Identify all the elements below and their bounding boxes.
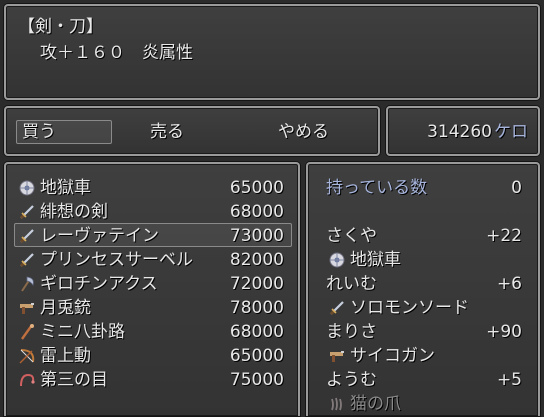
shop-item-row[interactable]: レーヴァテイン 73000 (6, 225, 298, 247)
shop-item-name: 第三の目 (40, 370, 108, 390)
shop-item-price: 72000 (229, 274, 284, 294)
equipped-item-name: 猫の爪 (350, 394, 401, 414)
shop-item-row[interactable]: プリンセスサーベル 82000 (6, 249, 298, 271)
shop-item-row[interactable]: 緋想の剣 68000 (6, 201, 298, 223)
shop-item-price: 65000 (229, 178, 284, 198)
owned-count-value: 0 (511, 178, 522, 198)
command-window: 買う 売る やめる (4, 106, 380, 156)
shop-item-name: 地獄車 (40, 178, 91, 198)
shop-item-list: 地獄車 65000 緋想の剣 68000 レーヴァテイン 73000 プリンセスサーベル 82… (4, 162, 300, 416)
party-member-name: れいむ (326, 274, 377, 294)
gun-icon (328, 347, 346, 365)
axe-icon (18, 275, 36, 293)
whip-icon (18, 371, 36, 389)
shop-item-price: 78000 (229, 298, 284, 318)
gun-icon (18, 299, 36, 317)
staff-icon (18, 323, 36, 341)
owned-count-label: 持っている数 (326, 178, 428, 198)
shop-item-row[interactable]: 月兎銃 78000 (6, 297, 298, 319)
claw-icon (328, 395, 346, 413)
attack-change-value: +22 (486, 226, 522, 246)
shop-item-price: 68000 (229, 322, 284, 342)
shop-item-name: プリンセスサーベル (40, 250, 193, 270)
equipped-item-name: ソロモンソード (350, 298, 469, 318)
equipped-item-name: 地獄車 (350, 250, 401, 270)
shop-item-name: レーヴァテイン (40, 226, 159, 246)
party-status-window: 持っている数 0 さくや +22 地獄車れいむ +6 ソロモンソードまりさ +90 サイコガ… (306, 162, 540, 416)
attack-change-value: +6 (496, 274, 522, 294)
shop-item-price: 68000 (229, 202, 284, 222)
sword-icon (18, 203, 36, 221)
bow-icon (18, 347, 36, 365)
description-window: 【剣・刀】 攻＋１６０ 炎属性 (4, 4, 540, 100)
sword-icon (328, 299, 346, 317)
shop-item-row[interactable]: 雷上動 65000 (6, 345, 298, 367)
buy-command[interactable]: 買う (22, 121, 56, 143)
shop-item-name: 月兎銃 (40, 298, 91, 318)
shop-item-price: 82000 (229, 250, 284, 270)
shop-item-row[interactable]: 地獄車 65000 (6, 177, 298, 199)
shop-item-price: 65000 (229, 346, 284, 366)
sell-command[interactable]: 売る (150, 121, 184, 143)
item-category: 【剣・刀】 (18, 17, 103, 37)
attack-change-value: +5 (496, 370, 522, 390)
party-member-name: ようむ (326, 370, 377, 390)
equipped-item-name: サイコガン (350, 346, 435, 366)
shop-item-row[interactable]: ギロチンアクス 72000 (6, 273, 298, 295)
item-stats: 攻＋１６０ 炎属性 (40, 43, 193, 63)
money-amount: 314260 (427, 122, 492, 142)
shop-item-name: 緋想の剣 (40, 202, 108, 222)
shop-item-name: 雷上動 (40, 346, 91, 366)
money-unit: ケロ (494, 122, 528, 142)
money-window: 314260 ケロ (386, 106, 540, 156)
party-member-name: さくや (326, 226, 377, 246)
wheel-icon (18, 179, 36, 197)
shop-item-name: ミニ八卦路 (40, 322, 125, 342)
shop-item-name: ギロチンアクス (40, 274, 158, 294)
shop-item-price: 73000 (229, 226, 284, 246)
sword-icon (18, 251, 36, 269)
attack-change-value: +90 (486, 322, 522, 342)
shop-item-row[interactable]: 第三の目 75000 (6, 369, 298, 391)
quit-command[interactable]: やめる (278, 121, 329, 143)
wheel-icon (328, 251, 346, 269)
shop-item-row[interactable]: ミニ八卦路 68000 (6, 321, 298, 343)
sword-icon (18, 227, 36, 245)
party-member-name: まりさ (326, 322, 377, 342)
shop-item-price: 75000 (229, 370, 284, 390)
